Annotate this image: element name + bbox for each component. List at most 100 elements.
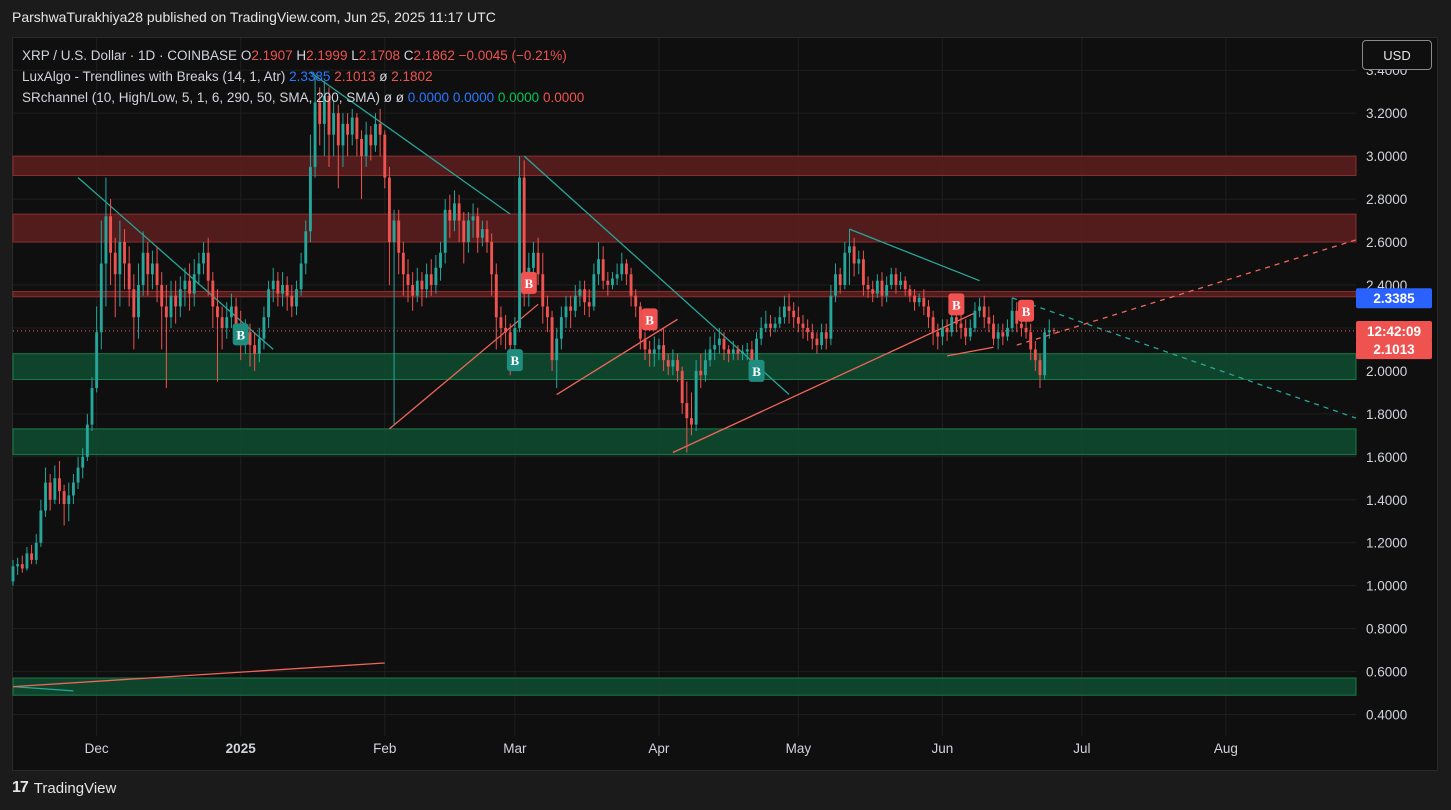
- candle-body: [216, 306, 219, 318]
- candle-body: [16, 564, 20, 567]
- indicator-2-name: SRchannel (10, High/Low, 5, 1, 6, 290, 5…: [22, 90, 380, 105]
- tradingview-logo-icon: 17: [12, 779, 29, 796]
- candle-body: [1052, 329, 1056, 331]
- x-tick-label: Aug: [1214, 741, 1238, 756]
- candle-body: [978, 306, 982, 311]
- candle-body: [485, 229, 489, 243]
- candle-body: [792, 310, 796, 318]
- candle-body: [220, 317, 224, 328]
- candle-body: [829, 295, 833, 339]
- candle-body: [745, 349, 749, 352]
- candle-body: [448, 209, 452, 221]
- candle-body: [383, 134, 387, 178]
- price-label-text: 12:42:09: [1367, 324, 1421, 339]
- candle-body: [690, 418, 693, 425]
- candle-body: [44, 482, 47, 511]
- candle-body: [717, 338, 721, 346]
- legend-symbol: XRP / U.S. Dollar · 1D · COINBASE: [22, 48, 238, 63]
- candle-body: [657, 345, 661, 350]
- indicator-2-value-1: ø: [383, 90, 392, 105]
- candle-body: [374, 123, 377, 146]
- candle-body: [973, 310, 977, 328]
- candle-body: [643, 338, 647, 350]
- candle-body: [508, 332, 512, 346]
- candle-body: [355, 117, 359, 139]
- candle-body: [843, 252, 847, 285]
- candle-body: [262, 317, 266, 339]
- candle-body: [917, 297, 921, 303]
- candle-body: [532, 252, 535, 268]
- resistance-zone: [12, 290, 1357, 298]
- candle-body: [578, 289, 582, 296]
- indicator-2-value-3: 0.0000: [407, 90, 450, 105]
- candlestick-chart[interactable]: 3.40003.20003.00002.80002.60002.40002.20…: [0, 0, 1451, 810]
- legend-main[interactable]: XRP / U.S. Dollar · 1D · COINBASE O2.190…: [22, 45, 584, 66]
- candle-body: [559, 317, 563, 339]
- candle-body: [699, 370, 703, 376]
- candle-body: [127, 263, 131, 290]
- candle-body: [453, 203, 456, 221]
- candle-body: [62, 491, 66, 505]
- candle-body: [174, 295, 178, 307]
- currency-button[interactable]: USD: [1362, 40, 1432, 70]
- candle-body: [1047, 330, 1051, 333]
- candle-body: [1038, 360, 1042, 376]
- candle-body: [908, 289, 912, 296]
- legend-indicator-2[interactable]: SRchannel (10, High/Low, 5, 1, 6, 290, 5…: [22, 87, 584, 108]
- break-marker-label: B: [524, 276, 533, 291]
- indicator-2-value-6: 0.0000: [542, 90, 585, 105]
- candle-body: [248, 332, 252, 346]
- legend-high: 2.1999: [306, 48, 348, 63]
- candle-body: [267, 289, 271, 318]
- break-marker-label: B: [236, 327, 245, 342]
- y-tick-label: 2.8000: [1366, 192, 1407, 207]
- candle-body: [583, 289, 587, 303]
- candle-body: [852, 246, 856, 264]
- candle-body: [192, 274, 196, 294]
- candle-body: [39, 510, 43, 543]
- resistance-zone: [12, 213, 1357, 243]
- candle-body: [90, 388, 94, 425]
- candle-body: [820, 332, 824, 346]
- candle-body: [132, 289, 136, 318]
- candle-body: [155, 263, 159, 285]
- legend-indicator-1[interactable]: LuxAlgo - Trendlines with Breaks (14, 1,…: [22, 66, 584, 87]
- break-marker-label: B: [645, 312, 654, 327]
- candle-body: [499, 317, 503, 328]
- indicator-1-value-2: 2.1013: [334, 69, 376, 84]
- x-tick-label: Jun: [932, 741, 954, 756]
- resistance-zone: [12, 155, 1357, 176]
- candle-body: [806, 327, 810, 333]
- candle-body: [764, 323, 768, 328]
- candle-body: [996, 332, 1000, 339]
- candle-body: [439, 252, 442, 268]
- candle-body: [76, 467, 80, 483]
- candle-body: [885, 284, 889, 296]
- candle-body: [308, 166, 312, 232]
- indicator-1-name: LuxAlgo - Trendlines with Breaks (14, 1,…: [22, 69, 286, 84]
- candle-body: [959, 323, 963, 328]
- candle-body: [513, 327, 517, 346]
- candle-body: [1006, 327, 1009, 337]
- candle-body: [634, 295, 638, 307]
- candle-body: [894, 274, 898, 285]
- x-tick-label: May: [786, 741, 812, 756]
- candle-body: [99, 263, 103, 333]
- candle-body: [889, 274, 893, 285]
- legend-change: −0.0045 (−0.21%): [458, 48, 567, 63]
- y-tick-label: 0.6000: [1366, 665, 1407, 680]
- candle-body: [694, 370, 698, 425]
- candle-body: [104, 216, 108, 264]
- candle-body: [30, 553, 34, 560]
- candle-body: [476, 216, 480, 238]
- candle-body: [462, 220, 466, 243]
- candle-body: [555, 338, 559, 361]
- footer: 17 TradingView: [12, 779, 116, 797]
- candle-body: [71, 482, 75, 496]
- candle-body: [25, 553, 29, 569]
- support-zone: [12, 353, 1357, 380]
- legend-c-label: C: [403, 48, 414, 63]
- candle-body: [1033, 349, 1037, 361]
- legend-o-label: O: [240, 48, 252, 63]
- candle-body: [415, 280, 419, 296]
